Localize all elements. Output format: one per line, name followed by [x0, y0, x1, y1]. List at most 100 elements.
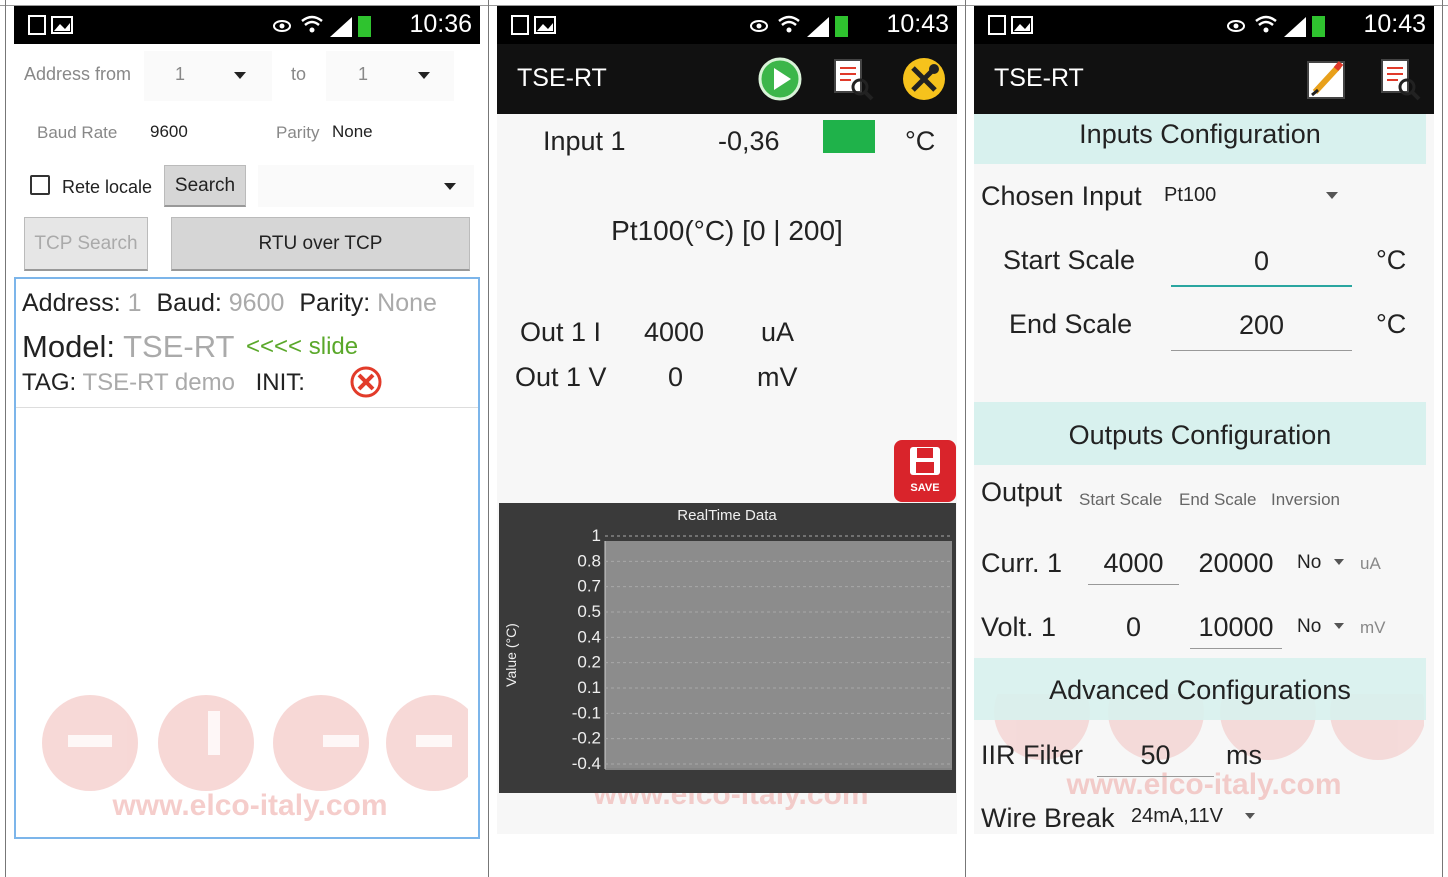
search-log-icon[interactable]: [831, 56, 875, 102]
curr-inversion-value: No: [1297, 552, 1322, 573]
chevron-down-icon: [1334, 623, 1344, 629]
volt-end-underline: [1190, 648, 1282, 649]
baud-rate-value: 9600: [150, 122, 188, 141]
device-address-label: Address:: [22, 289, 121, 317]
y-tick-label: 0.4: [577, 627, 601, 646]
end-scale-label: End Scale: [1009, 309, 1133, 339]
frame-divider-left: [5, 0, 6, 877]
baud-rate-spinner[interactable]: 9600: [144, 113, 264, 153]
iir-filter-label: IIR Filter: [981, 740, 1084, 770]
out-current-value: 4000: [644, 317, 705, 347]
status-time: 10:36: [409, 10, 472, 38]
parity-value: None: [332, 122, 373, 141]
volt-start-input[interactable]: 0: [1088, 604, 1179, 648]
output-label: Output: [981, 477, 1063, 507]
y-tick-label: 0.5: [577, 602, 601, 621]
device-select-spinner[interactable]: [258, 165, 474, 207]
chevron-down-icon: [1245, 813, 1255, 819]
end-scale-input[interactable]: 200: [1171, 302, 1352, 351]
app-bar: TSE-RT: [497, 44, 957, 114]
device-list-item[interactable]: Address: 1 Baud: 9600 Parity: None Model…: [16, 279, 478, 408]
signal-wifi-battery-icon: [750, 15, 848, 37]
status-notification-icons: [511, 15, 561, 40]
app-title: TSE-RT: [994, 64, 1084, 92]
end-scale-underline: [1171, 350, 1352, 351]
curr-start-input[interactable]: 4000: [1088, 540, 1179, 585]
chart-title: RealTime Data: [677, 507, 777, 524]
save-button[interactable]: SAVE: [894, 440, 956, 502]
app-bar: TSE-RT: [974, 44, 1434, 114]
rtu-over-tcp-button[interactable]: RTU over TCP: [171, 217, 470, 271]
wire-break-spinner[interactable]: 24mA,11V: [1127, 796, 1267, 836]
address-to-spinner[interactable]: 1: [326, 51, 454, 101]
volt-inversion-value: No: [1297, 616, 1322, 637]
status-system-icons: [1226, 13, 1336, 44]
chevron-down-icon: [444, 183, 456, 190]
rete-locale-checkbox[interactable]: [30, 175, 50, 195]
start-scale-input[interactable]: 0: [1171, 238, 1352, 287]
device-model-row: Model: TSE-RT: [22, 329, 235, 365]
status-notification-icons: [28, 15, 78, 40]
col-inversion: Inversion: [1271, 490, 1340, 509]
end-scale-value: 200: [1238, 310, 1285, 340]
y-tick-label: 0.8: [577, 551, 601, 570]
y-tick-label: -0.1: [572, 703, 601, 722]
play-icon[interactable]: [757, 56, 803, 102]
volt-end-input[interactable]: 10000: [1190, 604, 1282, 649]
curr-start-underline: [1088, 584, 1179, 585]
curr-start-value: 4000: [1103, 548, 1164, 578]
notification-icon: [988, 15, 1033, 35]
device-baud-value: 9600: [228, 289, 285, 317]
volt-end-value: 10000: [1198, 612, 1274, 642]
device-address-value: 1: [127, 289, 142, 317]
chart-y-label: Value (°C): [503, 623, 519, 687]
init-error-icon: [350, 366, 382, 398]
y-tick-label: 0.2: [577, 653, 601, 672]
device-parity-label: Parity:: [299, 289, 371, 317]
address-from-spinner[interactable]: 1: [144, 51, 272, 101]
col-end-scale: End Scale: [1179, 490, 1257, 509]
signal-wifi-battery-icon: [273, 15, 371, 37]
volt-inversion-spinner[interactable]: No: [1292, 606, 1348, 646]
chosen-input-spinner[interactable]: Pt100: [1160, 174, 1346, 218]
iir-filter-value: 50: [1140, 740, 1171, 770]
out-current-label: Out 1 I: [520, 317, 602, 347]
address-from-label: Address from: [24, 64, 132, 84]
search-log-icon[interactable]: [1378, 56, 1422, 102]
col-start-scale: Start Scale: [1079, 490, 1163, 509]
baud-rate-label: Baud Rate: [37, 123, 118, 142]
volt-start-value: 0: [1125, 612, 1142, 642]
device-tag-row: TAG: TSE-RT demo INIT:: [22, 369, 305, 397]
signal-wifi-battery-icon: [1227, 15, 1325, 37]
y-tick-label: -0.2: [572, 729, 601, 748]
iir-filter-unit: ms: [1226, 740, 1262, 770]
slide-hint: <<<< slide: [246, 333, 359, 360]
status-notification-icons: [988, 15, 1038, 40]
out-voltage-value: 0: [668, 362, 684, 392]
status-system-icons: [749, 13, 859, 44]
device-model-label: Model:: [22, 329, 116, 364]
parity-spinner[interactable]: None: [328, 113, 448, 153]
app-title: TSE-RT: [517, 64, 607, 92]
rete-locale-label: Rete locale: [62, 177, 153, 197]
chosen-input-value: Pt100: [1164, 184, 1217, 206]
screen-configuration: 10:43 TSE-RT www.elco-italy.com Inputs C: [974, 6, 1442, 877]
input-status-indicator: [823, 120, 875, 153]
out-voltage-unit: mV: [757, 362, 798, 392]
search-button[interactable]: Search: [164, 165, 246, 207]
device-tag-value: TSE-RT demo: [82, 369, 235, 396]
config-content: www.elco-italy.com Inputs Configuration …: [974, 114, 1434, 834]
settings-tools-icon[interactable]: [901, 56, 947, 102]
chevron-down-icon: [418, 72, 430, 79]
edit-pencil-icon[interactable]: [1306, 56, 1348, 102]
curr-end-input[interactable]: 20000: [1190, 540, 1282, 584]
address-from-value: 1: [175, 64, 186, 84]
status-time: 10:43: [886, 10, 949, 38]
device-parity-value: None: [377, 289, 437, 317]
tcp-search-button[interactable]: TCP Search: [24, 217, 148, 271]
chosen-input-label: Chosen Input: [981, 181, 1142, 211]
end-scale-unit: °C: [1376, 309, 1407, 339]
address-to-value: 1: [358, 64, 369, 84]
curr-inversion-spinner[interactable]: No: [1292, 542, 1348, 582]
iir-filter-input[interactable]: 50: [1097, 732, 1214, 777]
